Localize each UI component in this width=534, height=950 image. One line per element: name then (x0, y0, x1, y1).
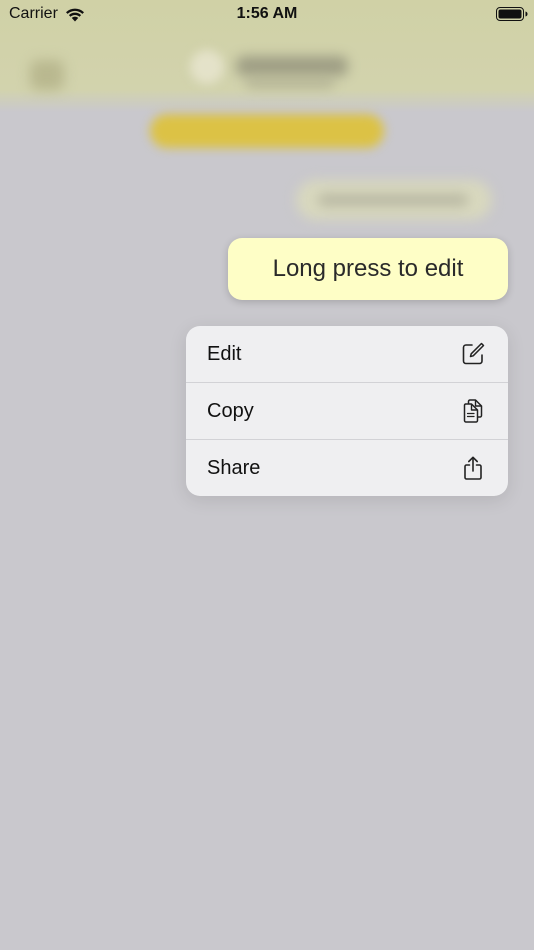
menu-item-edit[interactable]: Edit (186, 326, 508, 382)
nav-subtitle (245, 78, 335, 88)
status-time: 1:56 AM (236, 5, 298, 22)
status-bar: Carrier 1:56 AM (0, 0, 534, 30)
back-button (30, 60, 64, 90)
avatar (190, 50, 224, 84)
copy-icon (463, 399, 483, 423)
share-icon (464, 456, 482, 480)
menu-item-copy[interactable]: Copy (186, 382, 508, 439)
menu-item-label: Share (207, 456, 261, 479)
battery-icon (496, 7, 528, 21)
menu-item-label: Copy (207, 399, 254, 422)
nav-title (236, 56, 348, 76)
blurred-banner (150, 114, 384, 148)
message-text: Long press to edit (272, 255, 464, 282)
blurred-message-text (318, 194, 468, 206)
message-bubble[interactable]: Long press to edit (228, 238, 508, 300)
menu-item-label: Edit (207, 342, 242, 365)
context-menu: Edit Copy Share (186, 326, 508, 496)
compose-icon (462, 342, 485, 365)
menu-item-share[interactable]: Share (186, 439, 508, 496)
